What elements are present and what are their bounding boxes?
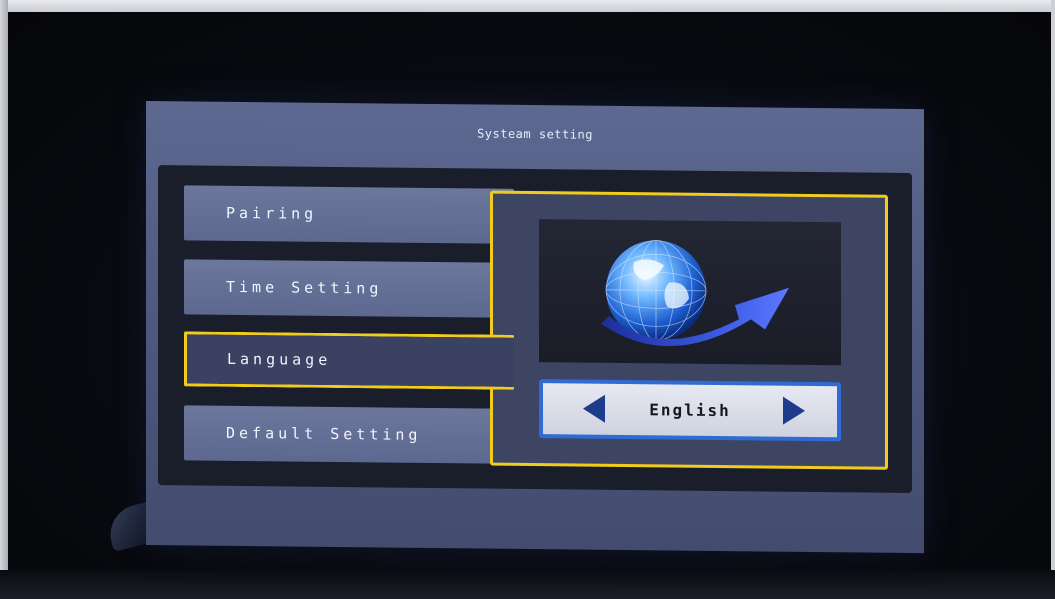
photo-left-edge [0,0,8,599]
language-selector[interactable]: English [539,379,841,442]
globe-arrow-icon [601,239,789,347]
menu-item-pairing[interactable]: Pairing [184,185,514,244]
menu-item-language[interactable]: Language [184,331,514,390]
bezel-bottom [0,570,1055,599]
menu-item-label: Language [227,349,332,369]
menu-item-label: Default Setting [226,423,422,444]
screen-title: Systeam setting [477,126,593,142]
language-selector-body: English [543,383,837,438]
menu-item-default-setting[interactable]: Default Setting [184,405,514,464]
triangle-right-icon[interactable] [783,396,805,425]
photo-right-edge [1051,0,1055,599]
system-setting-screen: Systeam setting Pairing Time Setting Lan… [146,101,924,554]
language-detail-panel: English [490,190,888,470]
settings-panel: Pairing Time Setting Language Default Se… [158,165,912,494]
menu-item-time-setting[interactable]: Time Setting [184,259,514,318]
globe-illustration [539,219,841,366]
menu-item-label: Pairing [226,203,318,223]
menu-item-label: Time Setting [226,277,383,298]
photo-top-edge [0,0,1055,12]
